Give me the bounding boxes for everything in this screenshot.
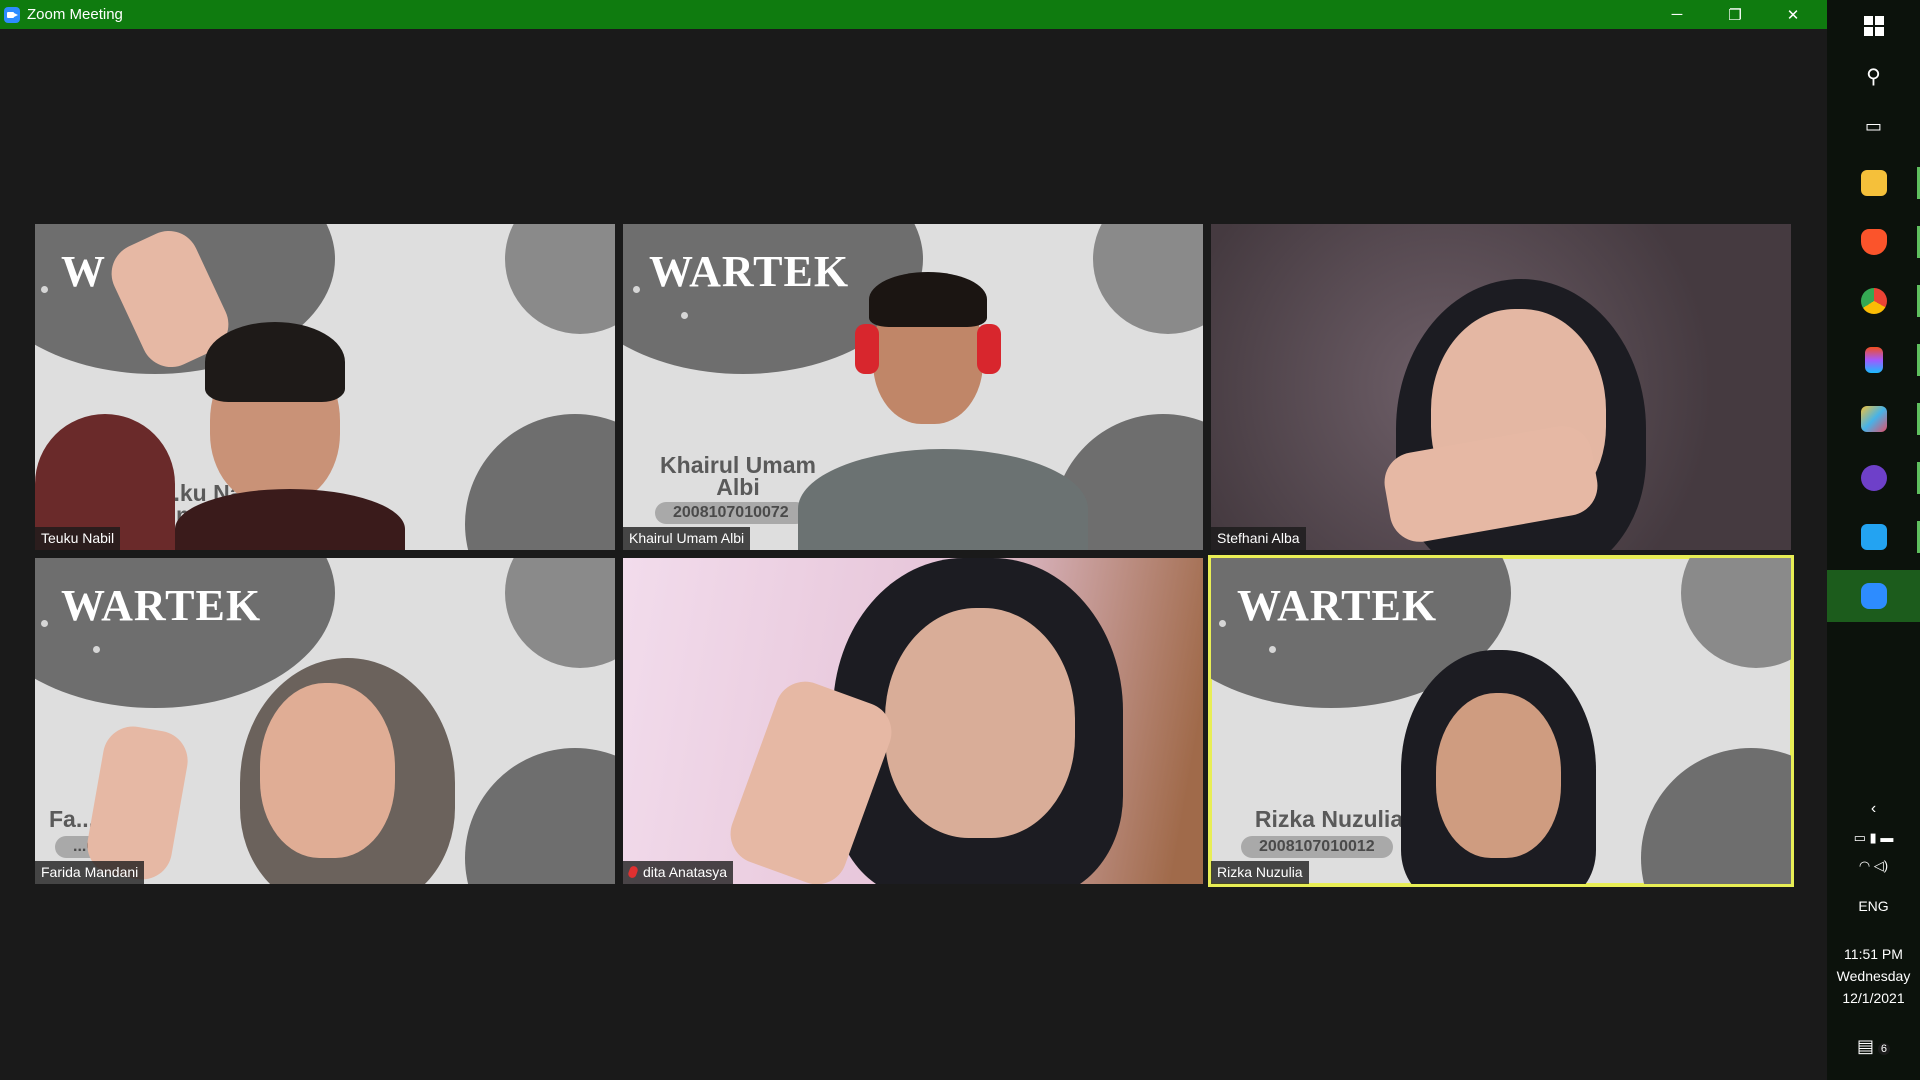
restore-button[interactable]: ❐	[1706, 0, 1764, 29]
participant-name: dita Anatasya	[623, 861, 734, 884]
task-view-icon[interactable]: ▭	[1827, 100, 1920, 152]
wartek-logo: W	[61, 247, 106, 296]
app-cube-icon[interactable]	[1827, 393, 1920, 445]
plate-name: Rizka Nuzulia	[1254, 806, 1404, 832]
figma-icon[interactable]	[1827, 334, 1920, 386]
participant-name: Farida Mandani	[35, 861, 145, 884]
notification-center[interactable]: ▤ 6	[1827, 1036, 1920, 1057]
participant-name: Rizka Nuzulia	[1211, 861, 1309, 884]
network-volume-icons[interactable]: ◠ ◁)	[1827, 858, 1920, 874]
clock-day[interactable]: Wednesday	[1827, 968, 1920, 984]
zoom-app-icon	[4, 6, 20, 23]
clock-date[interactable]: 12/1/2021	[1827, 990, 1920, 1006]
wartek-logo: WARTEK	[1237, 581, 1438, 630]
plate-id: 2008107010012	[1241, 836, 1393, 858]
video-tile[interactable]: dita Anatasya	[623, 558, 1203, 884]
windows-start-icon[interactable]	[1827, 0, 1920, 52]
brave-icon[interactable]	[1827, 216, 1920, 268]
video-gallery: W ...ku Nabil ...mmad Dhu... ...08107010…	[0, 29, 1827, 1080]
video-tile[interactable]: WARTEK Fa...ndani ...001 Farida Mandani	[35, 558, 615, 884]
wartek-logo: WARTEK	[61, 581, 262, 630]
video-tile-active-speaker[interactable]: WARTEK Rizka Nuzulia 2008107010012 Rizka…	[1208, 555, 1794, 887]
file-explorer-icon[interactable]	[1827, 157, 1920, 209]
windows-taskbar: ⚲ ▭ ‹ ▭ ▮ ▬ ◠ ◁) ENG 11:51 PM Wednesday …	[1827, 0, 1920, 1080]
video-tile[interactable]: Stefhani Alba	[1211, 224, 1791, 550]
notification-count: 6	[1877, 1043, 1891, 1055]
video-tile[interactable]: WARTEK Khairul Umam Albi 2008107010072 K…	[623, 224, 1203, 550]
language-indicator[interactable]: ENG	[1827, 898, 1920, 914]
minimize-button[interactable]: ─	[1648, 0, 1706, 29]
participant-name: Stefhani Alba	[1211, 527, 1306, 550]
plate-id: 2008107010072	[655, 502, 807, 524]
participant-name: Teuku Nabil	[35, 527, 121, 550]
zoom-icon[interactable]	[1827, 570, 1920, 622]
chevron-up-icon[interactable]: ‹	[1827, 800, 1920, 818]
system-tray-icons[interactable]: ▭ ▮ ▬	[1827, 830, 1920, 846]
vscode-icon[interactable]	[1827, 511, 1920, 563]
plate-name: Khairul Umam Albi	[660, 452, 816, 500]
close-button[interactable]: ✕	[1764, 0, 1822, 29]
notification-icon: ▤	[1856, 1036, 1874, 1056]
title-bar: Zoom Meeting ─ ❐ ✕	[0, 0, 1827, 29]
github-icon[interactable]	[1827, 452, 1920, 504]
participant-name-text: dita Anatasya	[643, 864, 728, 880]
video-tile[interactable]: W ...ku Nabil ...mmad Dhu... ...08107010…	[35, 224, 615, 550]
clock-time[interactable]: 11:51 PM	[1827, 946, 1920, 962]
search-icon[interactable]: ⚲	[1827, 50, 1920, 102]
wartek-logo: WARTEK	[649, 247, 850, 296]
chrome-icon[interactable]	[1827, 275, 1920, 327]
window-title: Zoom Meeting	[27, 6, 123, 23]
participant-name: Khairul Umam Albi	[623, 527, 751, 550]
muted-mic-icon	[627, 864, 639, 880]
